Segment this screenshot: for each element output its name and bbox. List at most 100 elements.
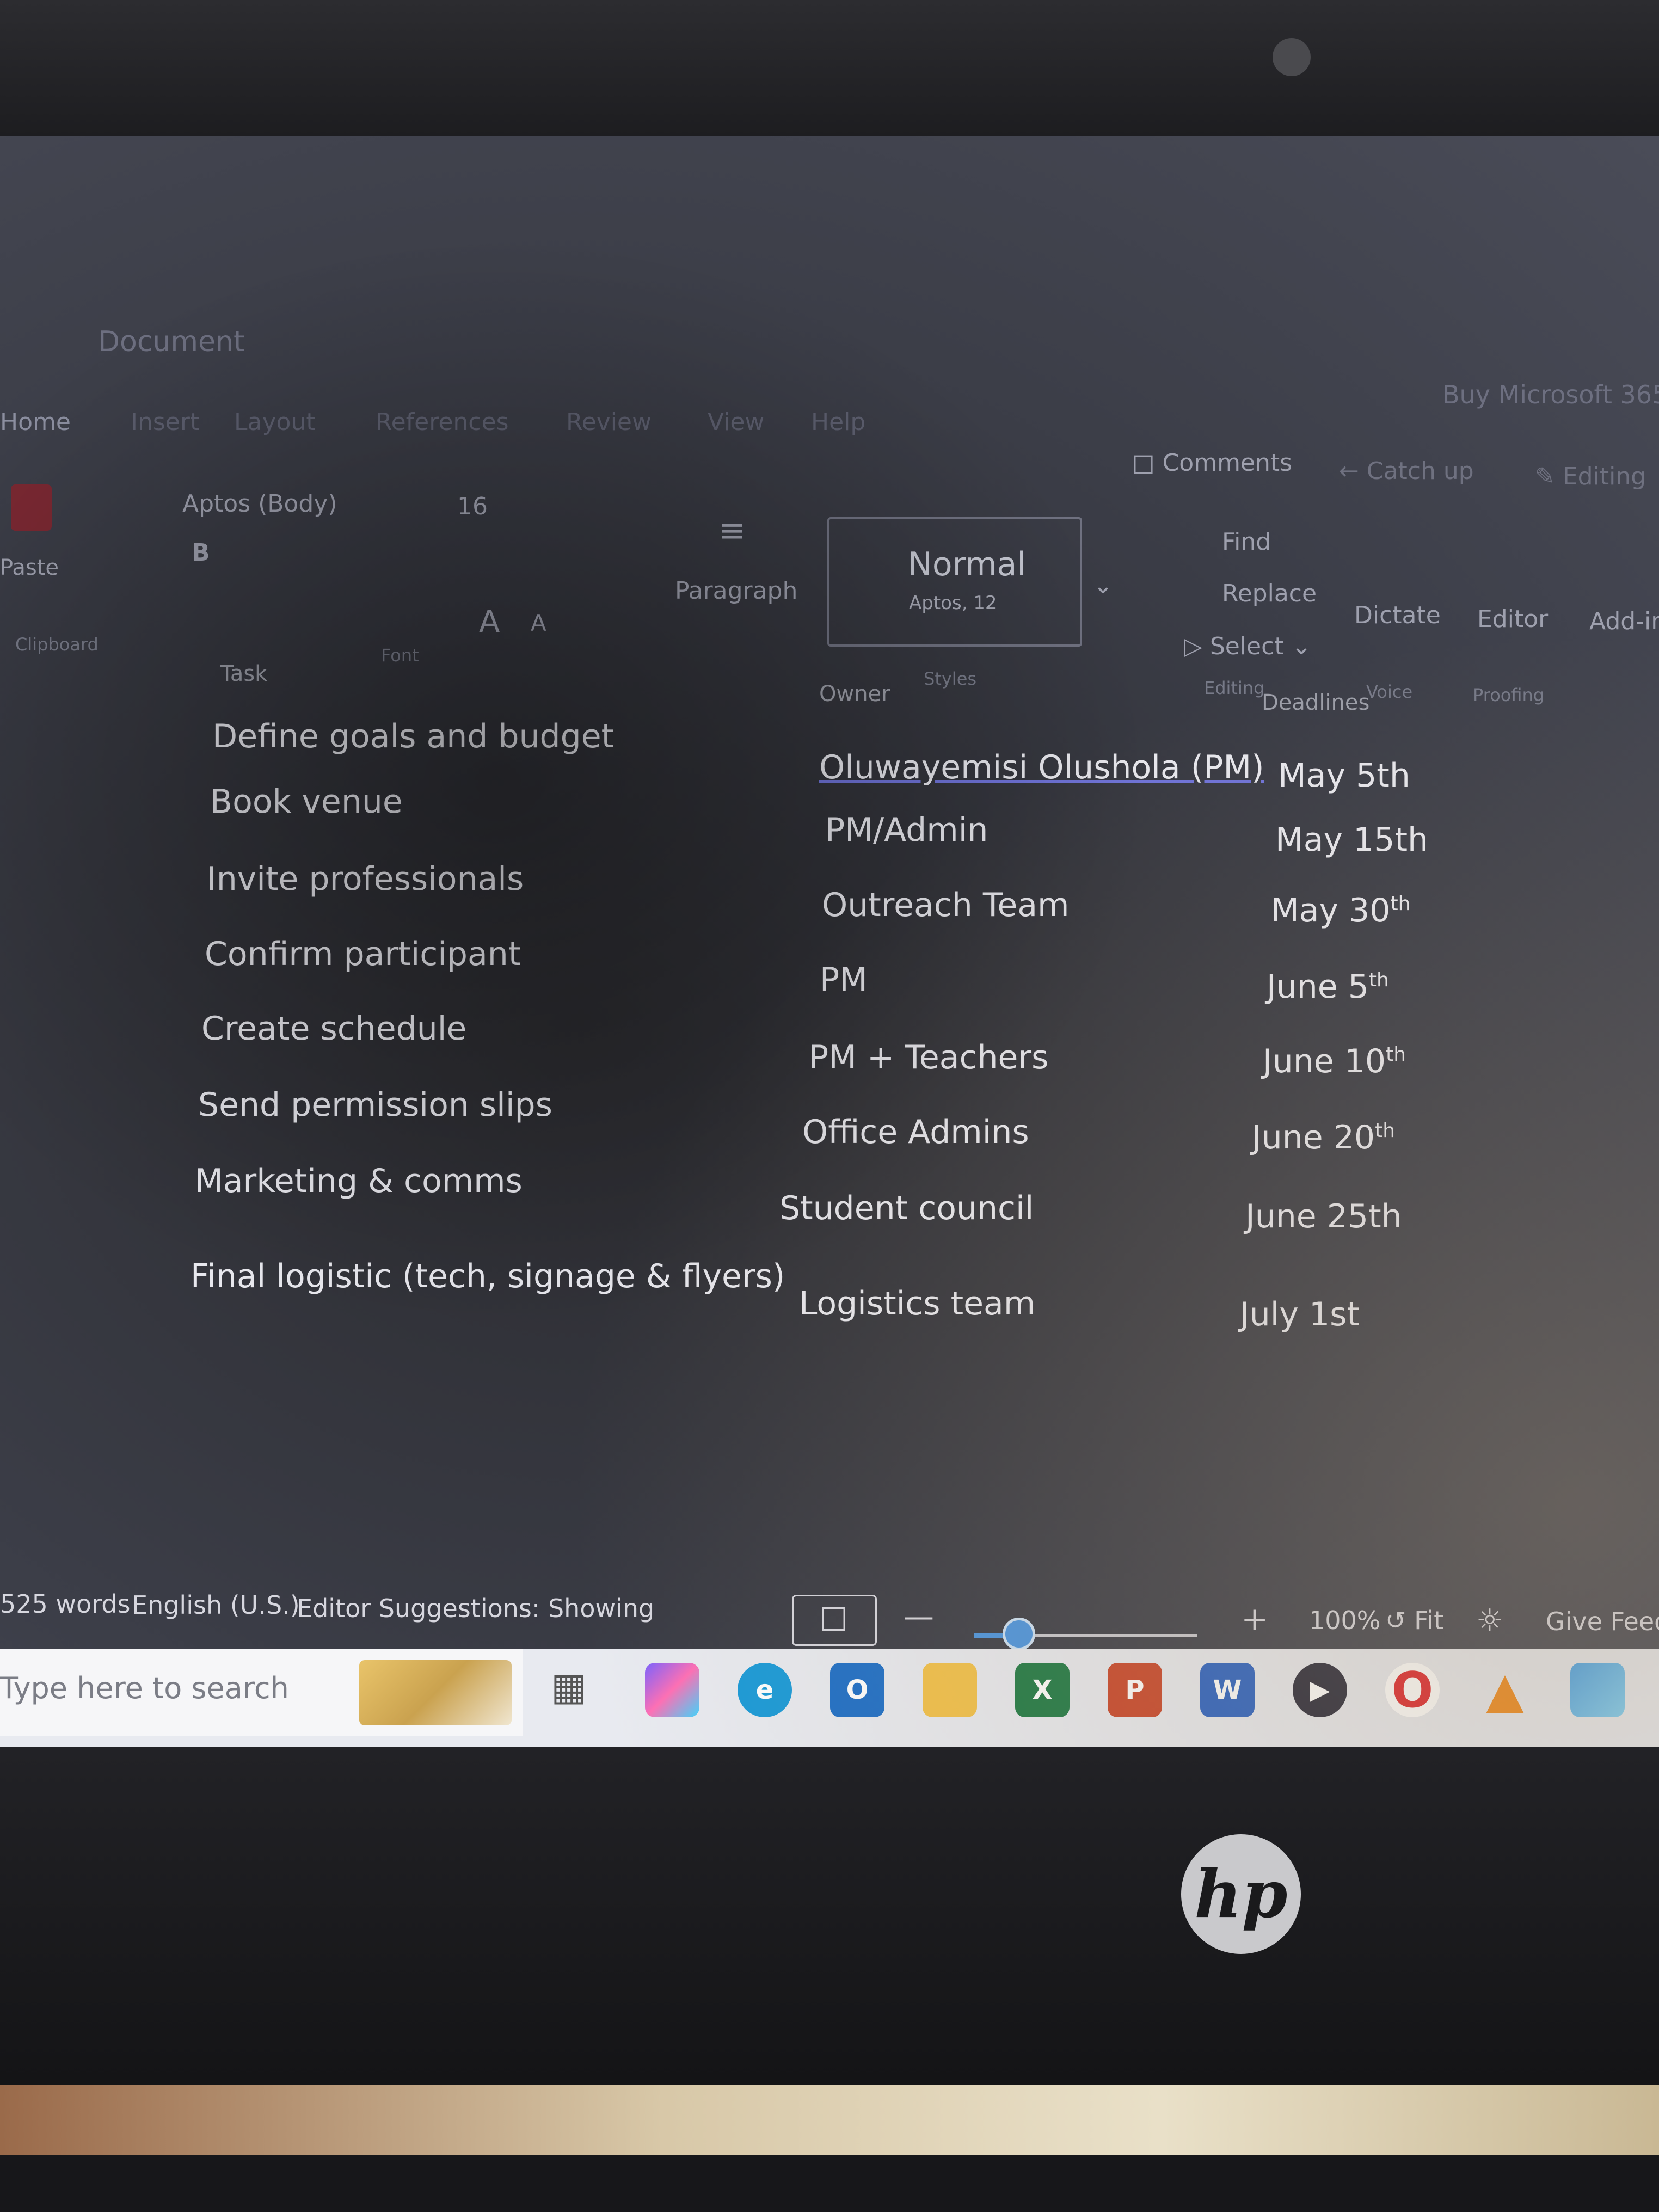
- opera-icon[interactable]: O: [1385, 1662, 1440, 1719]
- owner-cell[interactable]: Student council: [779, 1189, 1034, 1227]
- deadline-text: June 20: [1252, 1119, 1375, 1157]
- owner-cell[interactable]: PM + Teachers: [809, 1039, 1048, 1077]
- tab-help[interactable]: Help: [811, 408, 865, 436]
- font-group-label: Font: [381, 645, 419, 666]
- zoom-level[interactable]: 100%: [1309, 1606, 1381, 1635]
- language-indicator[interactable]: English (U.S.): [132, 1590, 300, 1620]
- tab-home[interactable]: Home: [0, 408, 71, 436]
- editor-button[interactable]: Editor: [1477, 605, 1548, 633]
- dictate-button[interactable]: Dictate: [1354, 601, 1441, 629]
- select-button[interactable]: ▷ Select ⌄: [1184, 632, 1311, 660]
- voice-group-label: Voice: [1366, 681, 1413, 702]
- comments-label: Comments: [1162, 449, 1293, 477]
- task-cell[interactable]: Send permission slips: [198, 1086, 552, 1124]
- deadline-text: July 1st: [1240, 1295, 1360, 1334]
- deadline-cell[interactable]: May 5th: [1278, 757, 1410, 795]
- replace-button[interactable]: Replace: [1222, 580, 1317, 607]
- task-cell[interactable]: Invite professionals: [207, 860, 524, 898]
- editing-mode-button[interactable]: ✎ Editing: [1535, 463, 1646, 490]
- deadline-text: June 10: [1263, 1042, 1386, 1080]
- zoom-in-button[interactable]: +: [1241, 1600, 1268, 1638]
- owner-cell[interactable]: Oluwayemisi Olushola (PM): [819, 748, 1264, 787]
- paste-icon[interactable]: [11, 484, 52, 531]
- tab-layout[interactable]: Layout: [234, 408, 316, 436]
- edge-icon[interactable]: e: [738, 1663, 792, 1717]
- tab-references[interactable]: References: [376, 408, 509, 436]
- owner-cell[interactable]: PM/Admin: [825, 811, 988, 849]
- excel-icon[interactable]: X: [1015, 1663, 1070, 1717]
- tab-view[interactable]: View: [708, 408, 764, 436]
- laptop-bezel-bottom: [0, 1747, 1659, 2085]
- select-label: Select: [1209, 632, 1284, 660]
- webcam: [1273, 38, 1311, 76]
- laptop-base-edge: [0, 2155, 1659, 2212]
- word-icon[interactable]: W: [1200, 1663, 1255, 1717]
- page-icon: □: [819, 1599, 848, 1635]
- zoom-out-button[interactable]: —: [904, 1599, 934, 1635]
- add-ins-button[interactable]: Add-ins: [1589, 607, 1659, 635]
- zoom-slider-thumb[interactable]: [1003, 1618, 1035, 1650]
- deadline-text: May 30: [1271, 892, 1391, 930]
- grow-font-button[interactable]: A: [479, 604, 500, 640]
- tab-review[interactable]: Review: [566, 408, 652, 436]
- owner-cell[interactable]: Logistics team: [799, 1285, 1035, 1323]
- task-cell[interactable]: Define goals and budget: [212, 717, 614, 755]
- photos-icon[interactable]: [1570, 1663, 1625, 1717]
- deadline-text: May 5th: [1278, 757, 1410, 795]
- deadline-suffix: th: [1368, 969, 1389, 991]
- paragraph-button[interactable]: Paragraph: [675, 577, 797, 605]
- styles-more-icon[interactable]: ⌄: [1093, 572, 1113, 599]
- deadline-cell[interactable]: June 25th: [1245, 1197, 1402, 1236]
- style-normal-label: Normal: [908, 545, 1027, 583]
- deadline-text: June 5: [1267, 968, 1369, 1006]
- hp-logo: hp: [1181, 1834, 1301, 1954]
- outlook-icon[interactable]: O: [830, 1663, 884, 1717]
- deadline-cell[interactable]: May 15th: [1275, 821, 1428, 859]
- give-feedback-button[interactable]: Give Feedback: [1546, 1607, 1659, 1636]
- buy-microsoft-link[interactable]: Buy Microsoft 365: [1442, 380, 1659, 409]
- screen: Document Buy Microsoft 365 Home Insert L…: [0, 136, 1659, 1747]
- proofing-group-label: Proofing: [1473, 685, 1545, 705]
- owner-cell[interactable]: Outreach Team: [822, 886, 1069, 924]
- editing-mode-label: Editing: [1562, 463, 1646, 490]
- shrink-font-button[interactable]: A: [531, 610, 546, 636]
- deadline-cell[interactable]: June 10th: [1263, 1042, 1406, 1080]
- tab-insert[interactable]: Insert: [131, 408, 199, 436]
- find-button[interactable]: Find: [1222, 528, 1271, 556]
- sun-icon[interactable]: ☼: [1476, 1603, 1503, 1638]
- clipboard-group-label: Clipboard: [15, 634, 99, 655]
- comments-button[interactable]: □ Comments: [1132, 449, 1292, 477]
- file-explorer-icon[interactable]: [923, 1663, 977, 1717]
- vlc-icon[interactable]: ▲: [1478, 1662, 1532, 1719]
- fit-label: Fit: [1414, 1606, 1444, 1635]
- media-player-icon[interactable]: ▶: [1293, 1663, 1347, 1717]
- deadline-cell[interactable]: May 30th: [1271, 892, 1410, 930]
- fit-button[interactable]: ↺ Fit: [1385, 1606, 1443, 1635]
- deadline-cell[interactable]: June 5th: [1267, 968, 1389, 1006]
- editor-suggestions-status[interactable]: Editor Suggestions: Showing: [297, 1594, 654, 1623]
- bold-button[interactable]: B: [192, 539, 210, 567]
- task-cell[interactable]: Book venue: [210, 783, 403, 821]
- owner-cell[interactable]: PM: [820, 961, 868, 999]
- task-view-icon[interactable]: ▦: [551, 1664, 587, 1709]
- document-title: Document: [98, 325, 245, 358]
- powerpoint-icon[interactable]: P: [1108, 1663, 1162, 1717]
- deadline-cell[interactable]: July 1st: [1240, 1295, 1360, 1334]
- copilot-icon[interactable]: [645, 1663, 699, 1717]
- task-cell[interactable]: Create schedule: [201, 1010, 466, 1048]
- word-count[interactable]: 525 words: [0, 1589, 130, 1619]
- search-highlight-image[interactable]: [359, 1660, 512, 1725]
- task-cell[interactable]: Final logistic (tech, signage & flyers): [191, 1257, 785, 1295]
- column-header-owner: Owner: [819, 681, 890, 706]
- font-name-box[interactable]: Aptos (Body): [182, 490, 337, 518]
- catch-up-label: Catch up: [1366, 457, 1474, 485]
- owner-cell[interactable]: Office Admins: [802, 1113, 1029, 1151]
- deadline-suffix: th: [1390, 893, 1411, 915]
- task-cell[interactable]: Marketing & comms: [195, 1162, 523, 1200]
- paste-button[interactable]: Paste: [0, 555, 59, 580]
- task-cell[interactable]: Confirm participant: [205, 935, 521, 973]
- font-size-box[interactable]: 16: [457, 493, 488, 520]
- deadline-cell[interactable]: June 20th: [1252, 1119, 1395, 1157]
- catch-up-button[interactable]: ← Catch up: [1339, 457, 1474, 485]
- column-header-task: Task: [220, 661, 268, 686]
